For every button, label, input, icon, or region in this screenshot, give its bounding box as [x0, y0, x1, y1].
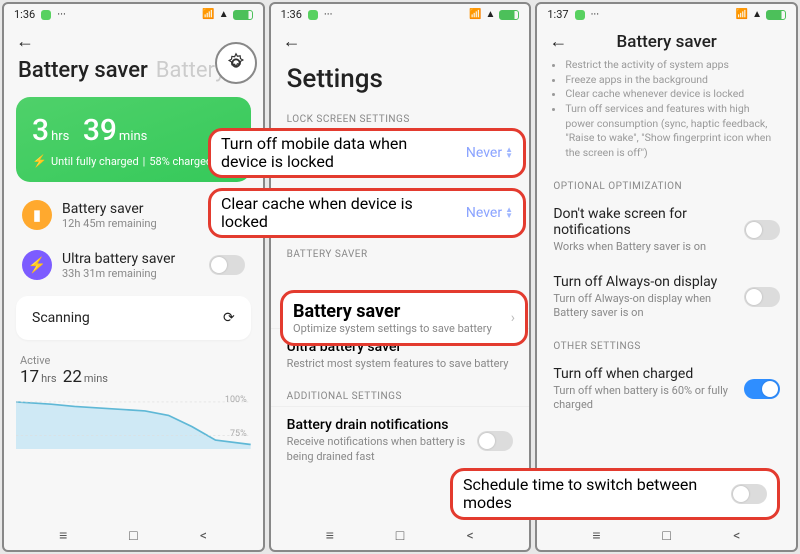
- chevron-right-icon: ›: [511, 310, 515, 326]
- hours-unit: hrs: [51, 129, 69, 144]
- charged-toggle[interactable]: [744, 379, 780, 399]
- schedule-toggle[interactable]: [731, 484, 767, 504]
- page-title: Battery saver: [567, 32, 766, 52]
- highlight-schedule-modes[interactable]: Schedule time to switch between modes: [450, 468, 780, 520]
- gear-icon: [225, 52, 247, 74]
- wake-toggle[interactable]: [744, 220, 780, 240]
- nav-back[interactable]: <: [726, 528, 748, 544]
- item-turn-off-when-charged[interactable]: Turn off when charged Turn off when batt…: [537, 356, 796, 423]
- mins-value: 39: [83, 113, 117, 148]
- item-turn-off-aod[interactable]: Turn off Always-on display Turn off Alwa…: [537, 264, 796, 331]
- section-lock-screen: LOCK SCREEN SETTINGS: [271, 104, 530, 129]
- nav-recents[interactable]: ≡: [319, 527, 341, 544]
- nav-recents[interactable]: ≡: [52, 527, 74, 544]
- refresh-icon[interactable]: ⟳: [223, 310, 235, 326]
- battery-sparkline: 100% 75%: [16, 393, 251, 449]
- back-button[interactable]: ←: [283, 31, 301, 52]
- nav-home[interactable]: □: [656, 527, 678, 544]
- android-nav-bar: ≡ □ <: [537, 519, 796, 550]
- section-battery-saver: BATTERY SAVER: [271, 239, 530, 264]
- drain-toggle[interactable]: [477, 431, 513, 451]
- more-dots: ···: [324, 8, 333, 21]
- sort-icon: ▲▼: [505, 207, 513, 219]
- signal-icon: 📶: [469, 9, 481, 20]
- status-bar: 1:36 ··· 📶 ▲: [4, 4, 263, 25]
- clock: 1:37: [547, 8, 568, 21]
- nav-back[interactable]: <: [192, 528, 214, 544]
- active-hours: 17: [20, 367, 39, 387]
- page-title: Settings: [271, 58, 530, 104]
- bolt-icon: ⚡: [32, 154, 47, 168]
- sort-icon: ▲▼: [505, 147, 513, 159]
- active-mins: 22: [63, 367, 82, 387]
- nav-recents[interactable]: ≡: [586, 527, 608, 544]
- ultra-saver-toggle[interactable]: [209, 255, 245, 275]
- clock: 1:36: [281, 8, 302, 21]
- ultra-saver-icon: ⚡: [22, 250, 52, 280]
- mode-title: Ultra battery saver: [62, 251, 199, 267]
- more-dots: ···: [591, 8, 600, 21]
- battery-icon: [766, 10, 786, 20]
- scanning-card[interactable]: Scanning ⟳: [16, 296, 251, 340]
- settings-button[interactable]: [215, 42, 257, 84]
- signal-icon: 📶: [202, 9, 214, 20]
- more-dots: ···: [57, 8, 66, 21]
- panel-battery-overview: 1:36 ··· 📶 ▲ ← Battery saver Battery: [2, 2, 265, 552]
- nav-home[interactable]: □: [122, 527, 144, 544]
- mode-ultra-saver[interactable]: ⚡ Ultra battery saver 33h 31m remaining: [4, 240, 263, 290]
- highlight-clear-cache-lock[interactable]: Clear cache when device is locked Never …: [208, 188, 526, 238]
- feature-bullets: Restrict the activity of system apps Fre…: [537, 58, 796, 171]
- mode-subtitle: 33h 31m remaining: [62, 267, 199, 280]
- active-label: Active: [20, 354, 247, 367]
- aod-toggle[interactable]: [744, 287, 780, 307]
- section-other-settings: OTHER SETTINGS: [537, 331, 796, 356]
- highlight-mobile-data-lock[interactable]: Turn off mobile data when device is lock…: [208, 128, 526, 178]
- status-indicator-icon: [41, 10, 51, 20]
- android-nav-bar: ≡ □ <: [271, 519, 530, 550]
- back-button[interactable]: ←: [549, 31, 567, 52]
- wifi-icon: ▲: [752, 9, 762, 20]
- signal-icon: 📶: [736, 9, 748, 20]
- battery-icon: [499, 10, 519, 20]
- nav-back[interactable]: <: [459, 528, 481, 544]
- charge-sub-suffix: 58% charged: [149, 155, 212, 168]
- section-additional: ADDITIONAL SETTINGS: [271, 381, 530, 406]
- android-nav-bar: ≡ □ <: [4, 519, 263, 550]
- charge-sub-prefix: Until fully charged: [51, 155, 139, 168]
- battery-saver-icon: ▮: [22, 200, 52, 230]
- item-dont-wake-screen[interactable]: Don't wake screen for notifications Work…: [537, 196, 796, 264]
- item-drain-notifications[interactable]: Battery drain notifications Receive noti…: [271, 406, 530, 474]
- page-title: Battery saver: [18, 58, 148, 83]
- status-bar: 1:37 ··· 📶 ▲: [537, 4, 796, 25]
- hours-value: 3: [32, 113, 49, 148]
- scanning-label: Scanning: [32, 310, 90, 326]
- section-optional-optimization: OPTIONAL OPTIMIZATION: [537, 171, 796, 196]
- status-indicator-icon: [575, 10, 585, 20]
- mins-unit: mins: [119, 129, 147, 144]
- status-indicator-icon: [308, 10, 318, 20]
- wifi-icon: ▲: [219, 9, 229, 20]
- status-bar: 1:36 ··· 📶 ▲: [271, 4, 530, 25]
- battery-icon: [233, 10, 253, 20]
- nav-home[interactable]: □: [389, 527, 411, 544]
- wifi-icon: ▲: [485, 9, 495, 20]
- back-button[interactable]: ←: [16, 31, 34, 52]
- highlight-battery-saver-item[interactable]: Battery saver Optimize system settings t…: [280, 290, 528, 346]
- clock: 1:36: [14, 8, 35, 21]
